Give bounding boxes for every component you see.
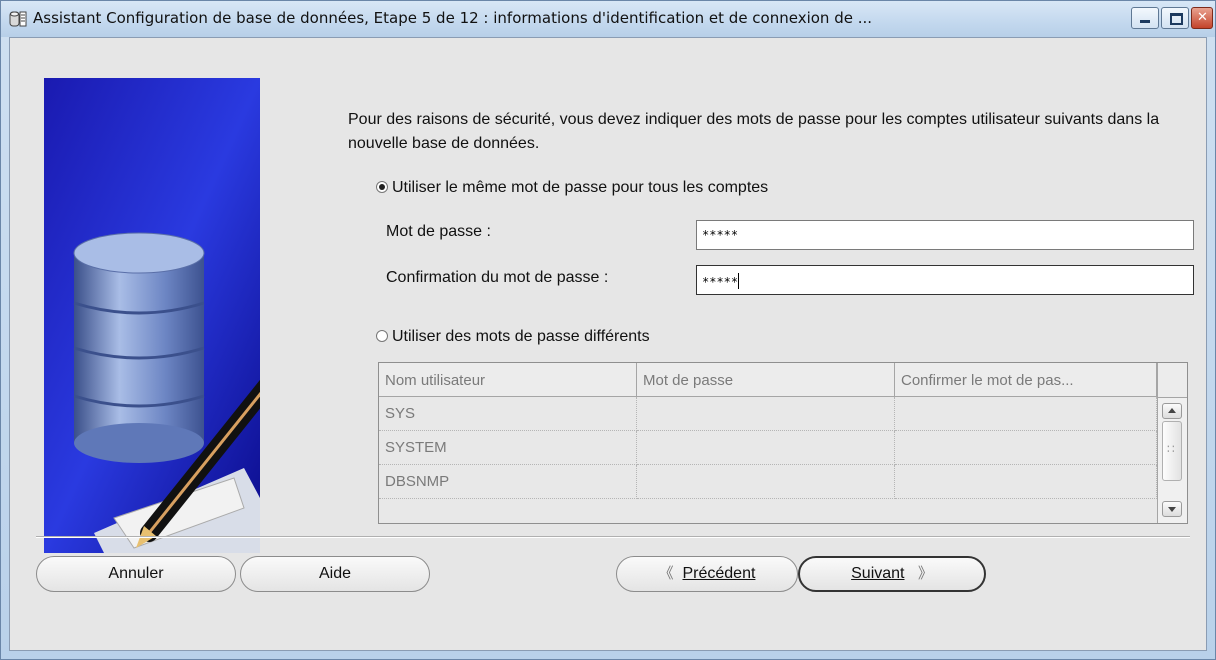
wizard-window: Assistant Configuration de base de donné… <box>0 0 1216 660</box>
scroll-up-arrow-icon[interactable] <box>1162 403 1182 419</box>
title-bar[interactable]: Assistant Configuration de base de donné… <box>1 1 1215 37</box>
cell-confirm[interactable] <box>895 397 1157 431</box>
scrollbar-thumb[interactable] <box>1162 421 1182 481</box>
table-row[interactable]: SYSTEM <box>379 431 1157 465</box>
confirm-password-input[interactable]: ***** <box>696 265 1194 295</box>
table-header: Nom utilisateur Mot de passe Confirmer l… <box>379 363 1157 397</box>
radio-indicator-selected[interactable] <box>376 181 388 193</box>
close-button[interactable] <box>1191 7 1213 29</box>
column-header-confirm[interactable]: Confirmer le mot de pas... <box>895 363 1157 397</box>
table-row[interactable]: SYS <box>379 397 1157 431</box>
radio-same-password[interactable]: Utiliser le même mot de passe pour tous … <box>376 179 768 197</box>
cell-username: SYSTEM <box>379 431 637 465</box>
database-pen-illustration <box>44 78 260 553</box>
next-button[interactable]: Suivant 》 <box>798 556 986 592</box>
text-caret <box>738 273 740 289</box>
password-input[interactable]: ***** <box>696 220 1194 250</box>
scroll-down-arrow-icon[interactable] <box>1162 501 1182 517</box>
database-app-icon <box>9 11 27 27</box>
cell-confirm[interactable] <box>895 465 1157 499</box>
wizard-body: Pour des raisons de sécurité, vous devez… <box>9 37 1207 651</box>
chevron-right-icon: 》 <box>917 565 933 582</box>
table-row[interactable]: DBSNMP <box>379 465 1157 499</box>
password-label: Mot de passe : <box>386 223 491 240</box>
button-divider <box>36 536 1190 538</box>
radio-indicator-unselected[interactable] <box>376 330 388 342</box>
cell-password[interactable] <box>637 397 895 431</box>
cell-username: SYS <box>379 397 637 431</box>
cancel-button[interactable]: Annuler <box>36 556 236 592</box>
column-header-password[interactable]: Mot de passe <box>637 363 895 397</box>
help-button[interactable]: Aide <box>240 556 430 592</box>
cell-password[interactable] <box>637 465 895 499</box>
cell-confirm[interactable] <box>895 431 1157 465</box>
accounts-table: Nom utilisateur Mot de passe Confirmer l… <box>378 362 1188 524</box>
previous-button[interactable]: 《 Précédent <box>616 556 798 592</box>
minimize-button[interactable] <box>1131 7 1159 29</box>
chevron-left-icon: 《 <box>658 565 674 582</box>
cell-password[interactable] <box>637 431 895 465</box>
confirm-password-label: Confirmation du mot de passe : <box>386 269 609 286</box>
scrollbar-corner <box>1158 363 1187 398</box>
column-header-username[interactable]: Nom utilisateur <box>379 363 637 397</box>
window-title: Assistant Configuration de base de donné… <box>33 9 873 27</box>
cell-username: DBSNMP <box>379 465 637 499</box>
radio-different-passwords[interactable]: Utiliser des mots de passe différents <box>376 328 650 346</box>
table-scrollbar[interactable] <box>1157 363 1187 523</box>
maximize-button[interactable] <box>1161 7 1189 29</box>
intro-text: Pour des raisons de sécurité, vous devez… <box>348 111 1160 152</box>
